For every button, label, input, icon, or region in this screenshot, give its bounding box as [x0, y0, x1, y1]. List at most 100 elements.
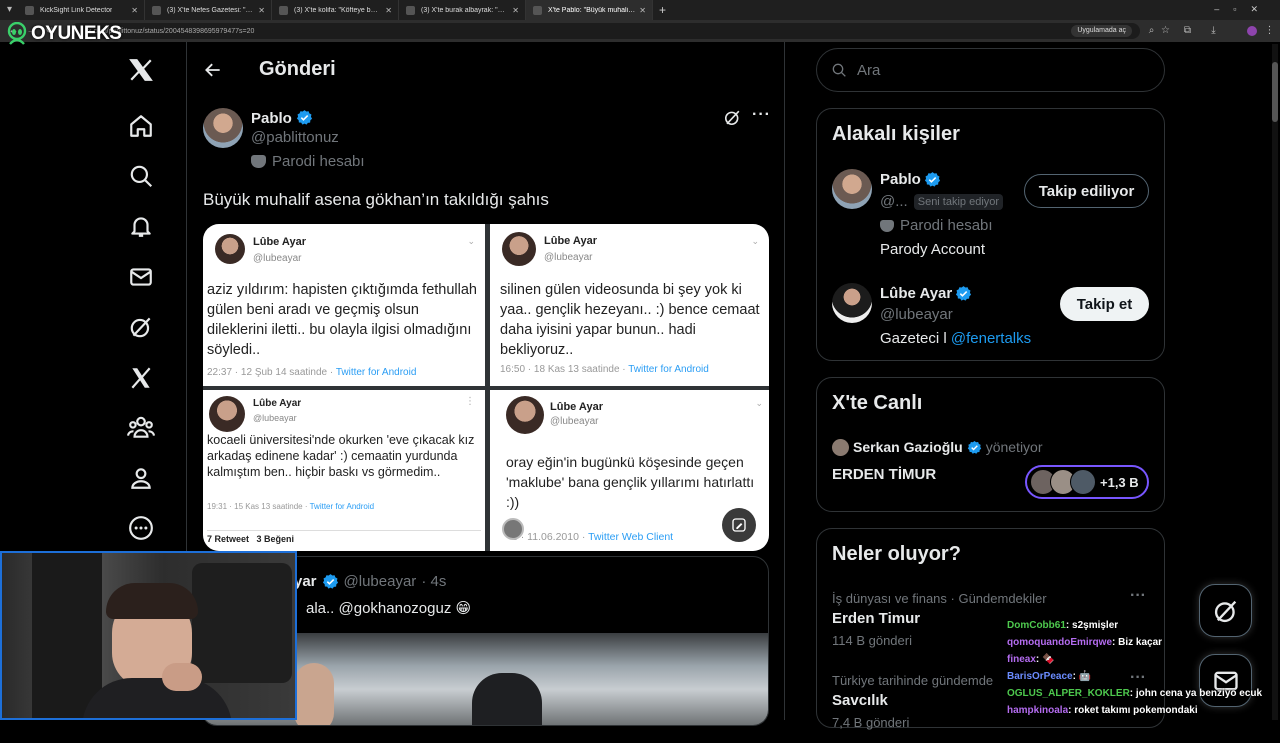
- author-name-row[interactable]: Pablo: [251, 109, 313, 127]
- webcam-chair: [192, 563, 292, 683]
- live-listeners-button[interactable]: +1,3 B: [1025, 465, 1149, 499]
- x-premium-icon[interactable]: [127, 364, 155, 392]
- related-person-handle[interactable]: @lubeayar: [880, 306, 953, 323]
- trend-more-icon[interactable]: ···: [1130, 669, 1146, 687]
- screenshot-stats: 7 Retweet 3 Beğeni: [207, 534, 295, 544]
- home-icon[interactable]: [127, 112, 155, 140]
- verified-badge-icon: [322, 574, 338, 589]
- tab-close-icon[interactable]: ✕: [131, 6, 138, 15]
- chat-message: DomCobb61: s2şmişler: [1007, 620, 1118, 631]
- grok-icon[interactable]: [127, 313, 155, 341]
- browser-menu-icon[interactable]: ⋮: [1264, 25, 1275, 36]
- media-screenshot-3[interactable]: Lûbe Ayar @lubeayar ⋮ kocaeli üniversite…: [203, 390, 485, 551]
- live-space-title[interactable]: ERDEN TİMUR: [832, 466, 936, 483]
- back-arrow-icon[interactable]: [203, 60, 223, 85]
- trend-context: Türkiye tarihinde gündemde: [832, 673, 994, 688]
- tab-favicon: [25, 6, 34, 15]
- avatar[interactable]: [832, 169, 872, 209]
- tab-search-icon[interactable]: ▾: [4, 4, 15, 15]
- edit-image-icon[interactable]: [722, 508, 756, 542]
- screenshot-author-name: Lûbe Ayar: [544, 235, 597, 247]
- author-name[interactable]: Pablo: [251, 110, 292, 127]
- browser-tab[interactable]: (3) X'te Nefes Gazetesi: "Sams...✕: [145, 0, 272, 20]
- related-person-name[interactable]: Pablo: [880, 171, 921, 188]
- zoom-icon[interactable]: ⌕: [1146, 25, 1157, 36]
- person-face: [294, 663, 334, 725]
- tab-label: (3) X'te kolifa: "Köfteye bak köf...: [294, 6, 381, 14]
- avatar[interactable]: [832, 283, 872, 323]
- profile-avatar[interactable]: [1247, 26, 1257, 36]
- extensions-icon[interactable]: ⧉: [1182, 25, 1193, 36]
- window-controls[interactable]: –▫✕: [1214, 4, 1272, 15]
- author-avatar[interactable]: [203, 108, 243, 148]
- tab-label: (3) X'te Nefes Gazetesi: "Sams...: [167, 6, 255, 14]
- tab-close-icon[interactable]: ✕: [385, 6, 392, 15]
- live-host-row[interactable]: Serkan Gazioğlu yönetiyor: [853, 439, 1043, 455]
- browser-tab[interactable]: (3) X'te burak albayrak: "Abla s... ✕: [399, 0, 526, 20]
- screenshot-footer: 16:50 · 18 Kas 13 saatinde · Twitter for…: [500, 364, 709, 375]
- communities-icon[interactable]: [127, 413, 155, 441]
- profile-icon[interactable]: [127, 464, 155, 492]
- tab-close-icon[interactable]: ✕: [639, 6, 646, 15]
- download-icon[interactable]: ⤓: [1208, 25, 1219, 36]
- tab-favicon: [533, 6, 542, 15]
- more-options-icon[interactable]: [127, 514, 155, 542]
- search-icon[interactable]: [127, 162, 155, 190]
- browser-tab[interactable]: KickSight Link Detector ✕: [18, 0, 145, 20]
- webcam-overlay: [0, 551, 297, 720]
- screenshot-footer: 22:37 · 12 Şub 14 saatinde · Twitter for…: [207, 367, 417, 378]
- browser-tab[interactable]: X'te Pablo: "Büyük muhalif asen... ✕: [526, 0, 653, 20]
- messages-float-button[interactable]: [1199, 654, 1252, 707]
- media-screenshot-2[interactable]: Lûbe Ayar @lubeayar ⌄ silinen gülen vide…: [490, 224, 769, 386]
- trend-name: Savcılık: [832, 692, 888, 709]
- search-input[interactable]: Ara: [816, 48, 1165, 92]
- open-in-app-button[interactable]: Uygulamada aç: [1071, 25, 1132, 37]
- quoted-author-handle[interactable]: @lubeayar: [344, 573, 417, 590]
- grok-explain-icon[interactable]: [723, 108, 742, 132]
- bio-mention-link[interactable]: @fenertalks: [951, 330, 1031, 347]
- page-scrollbar[interactable]: [1272, 44, 1278, 720]
- related-title: Alakalı kişiler: [832, 123, 960, 145]
- related-person-bio: Parody Account: [880, 241, 986, 258]
- verified-badge-icon: [956, 286, 972, 301]
- following-button[interactable]: Takip ediliyor: [1024, 174, 1149, 208]
- search-placeholder: Ara: [857, 61, 881, 79]
- x-logo-icon[interactable]: [127, 56, 155, 84]
- quoted-author-name[interactable]: yar: [294, 573, 317, 590]
- scrollbar-thumb[interactable]: [1272, 62, 1278, 122]
- grok-float-button[interactable]: [1199, 584, 1252, 637]
- screenshot-text: silinen gülen videosunda bi şey yok ki y…: [500, 282, 760, 358]
- tab-label: KickSight Link Detector: [40, 6, 113, 14]
- browser-tab-bar: ▾ KickSight Link Detector ✕ (3) X'te Nefes…: [0, 0, 1280, 20]
- live-host-name[interactable]: Serkan Gazioğlu: [853, 439, 963, 455]
- media-screenshot-1[interactable]: Lûbe Ayar @lubeayar ⌄ aziz yıldırım: hap…: [203, 224, 485, 386]
- trend-more-icon[interactable]: ···: [1130, 587, 1146, 605]
- messages-mail-icon[interactable]: [127, 263, 155, 291]
- notifications-bell-icon[interactable]: [127, 212, 155, 240]
- listener-count: +1,3 B: [1100, 474, 1139, 490]
- related-handle-row: @... Seni takip ediyor: [880, 193, 1004, 210]
- avatar: [209, 396, 245, 432]
- browser-tab[interactable]: (3) X'te kolifa: "Köfteye bak köf... ✕: [272, 0, 399, 20]
- related-person-handle[interactable]: @...: [880, 193, 908, 210]
- follow-button[interactable]: Takip et: [1060, 287, 1149, 321]
- parody-mask-icon: [251, 155, 266, 168]
- new-tab-button[interactable]: +: [659, 3, 666, 17]
- verified-badge-icon: [967, 440, 981, 454]
- tab-close-icon[interactable]: ✕: [258, 6, 265, 15]
- grok-overlay-icon[interactable]: [502, 518, 524, 540]
- author-handle[interactable]: @pablittonuz: [251, 129, 339, 146]
- chat-username: BarisOrPeace: [1007, 671, 1073, 682]
- url-field[interactable]: x.com/pablittonuz/status/200454839869597…: [70, 23, 1140, 39]
- media-screenshot-4[interactable]: Lûbe Ayar @lubeayar ⌄ oray eğin'in bugün…: [490, 390, 769, 551]
- related-person-name-row[interactable]: Lûbe Ayar: [880, 285, 972, 302]
- tab-close-icon[interactable]: ✕: [512, 6, 519, 15]
- avatar: [506, 396, 544, 434]
- post-more-icon[interactable]: ···: [752, 106, 771, 124]
- bookmark-star-icon[interactable]: ☆: [1160, 25, 1171, 36]
- related-person-name[interactable]: Lûbe Ayar: [880, 285, 952, 302]
- parody-mask-icon: [880, 219, 894, 232]
- related-person-name-row[interactable]: Pablo: [880, 171, 941, 188]
- post-media-grid[interactable]: Lûbe Ayar @lubeayar ⌄ aziz yıldırım: hap…: [203, 224, 769, 551]
- screenshot-author-handle: @lubeayar: [550, 416, 599, 427]
